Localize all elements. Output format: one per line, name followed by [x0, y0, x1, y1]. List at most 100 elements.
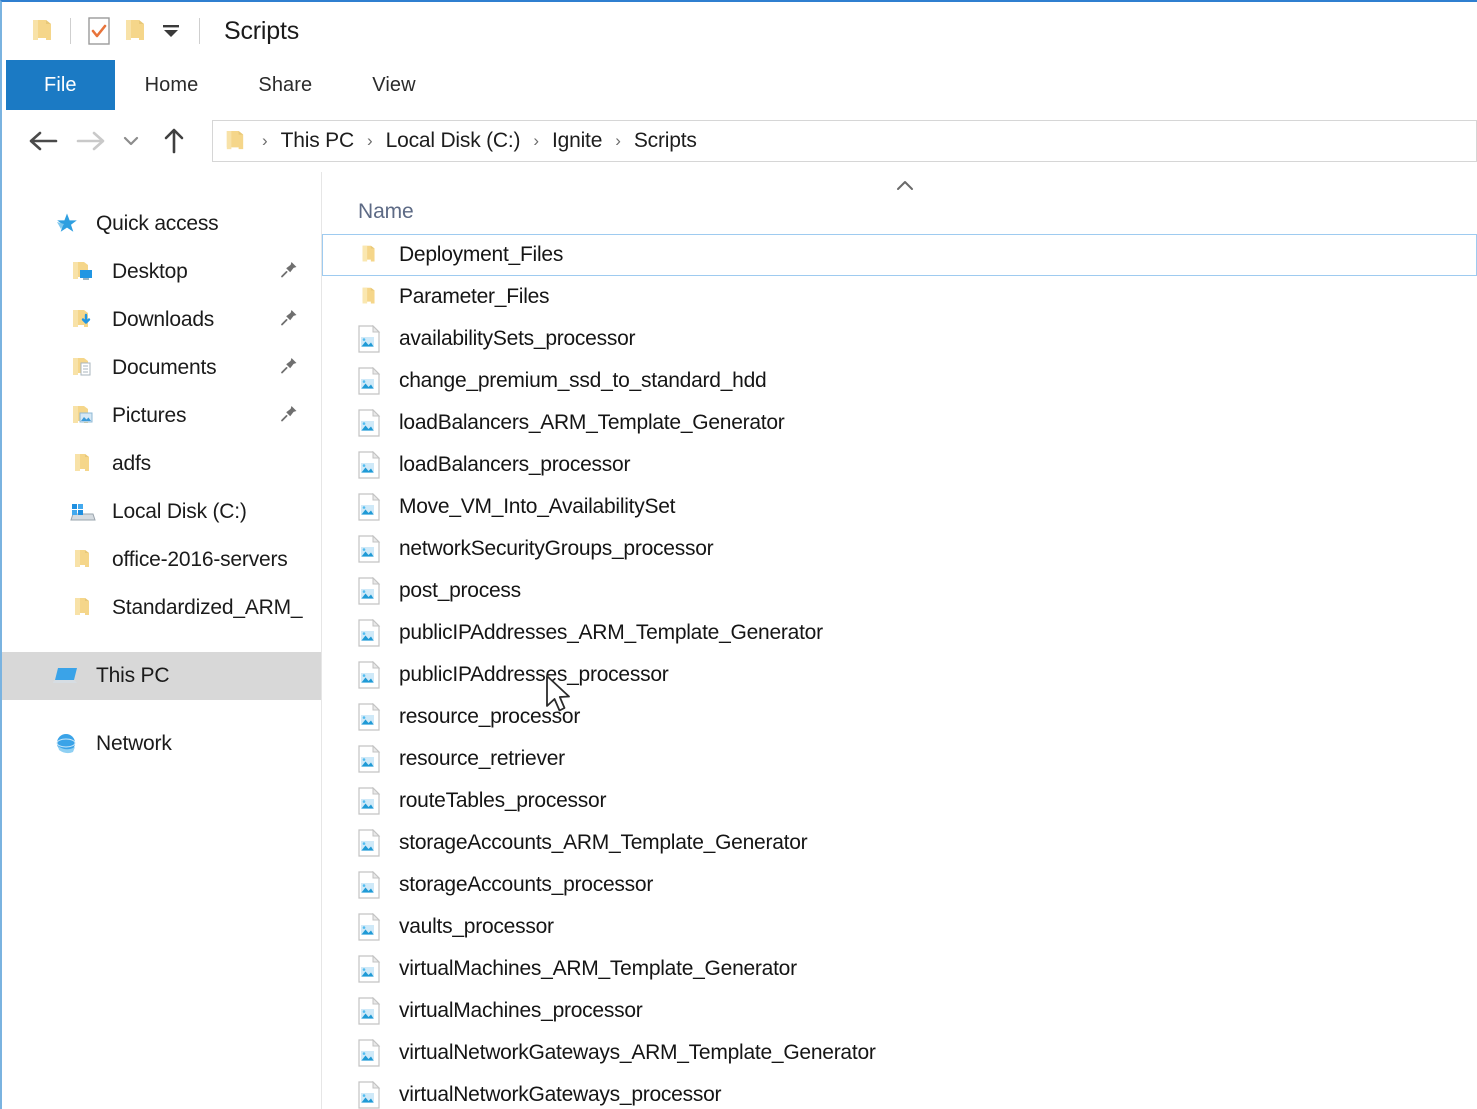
table-row[interactable]: availabilitySets_processor: [322, 318, 1477, 360]
network-icon: [52, 730, 82, 758]
breadcrumb-separator: ›: [251, 131, 279, 151]
table-row[interactable]: change_premium_ssd_to_standard_hdd: [322, 360, 1477, 402]
breadcrumb-separator: ›: [604, 131, 632, 151]
script-file-icon: [355, 366, 383, 396]
sidebar-item-office-2016-servers[interactable]: office-2016-servers: [2, 536, 321, 584]
table-row[interactable]: publicIPAddresses_ARM_Template_Generator: [322, 612, 1477, 654]
sidebar-item-adfs[interactable]: adfs: [2, 440, 321, 488]
file-name: resource_processor: [399, 705, 580, 729]
table-row[interactable]: Move_VM_Into_AvailabilitySet: [322, 486, 1477, 528]
sidebar-group-gap: [2, 700, 321, 720]
sidebar-label: Desktop: [112, 260, 188, 284]
table-row[interactable]: post_process: [322, 570, 1477, 612]
table-row[interactable]: storageAccounts_ARM_Template_Generator: [322, 822, 1477, 864]
table-row[interactable]: virtualMachines_ARM_Template_Generator: [322, 948, 1477, 990]
folder-icon: [68, 450, 98, 478]
file-name: storageAccounts_ARM_Template_Generator: [399, 831, 807, 855]
folder-icon: [68, 546, 98, 574]
table-row[interactable]: networkSecurityGroups_processor: [322, 528, 1477, 570]
folder-icon: [68, 594, 98, 622]
sidebar-item-quick-access[interactable]: Quick access: [2, 200, 321, 248]
toolbar-separator-2: [199, 18, 200, 44]
breadcrumb-separator: ›: [356, 131, 384, 151]
breadcrumb-this-pc[interactable]: This PC: [279, 129, 356, 153]
breadcrumb-ignite[interactable]: Ignite: [550, 129, 604, 153]
script-file-icon: [355, 912, 383, 942]
folder-icon: [355, 282, 383, 312]
pin-icon[interactable]: [279, 308, 299, 333]
column-header-name[interactable]: Name: [358, 200, 414, 224]
table-row[interactable]: virtualNetworkGateways_ARM_Template_Gene…: [322, 1032, 1477, 1074]
table-row[interactable]: virtualNetworkGateways_processor: [322, 1074, 1477, 1109]
sidebar-item-documents[interactable]: Documents: [2, 344, 321, 392]
script-file-icon: [355, 450, 383, 480]
quick-access-toolbar: [24, 13, 210, 49]
pin-icon[interactable]: [279, 356, 299, 381]
breadcrumb-scripts[interactable]: Scripts: [632, 129, 699, 153]
tab-view[interactable]: View: [342, 60, 445, 110]
script-file-icon: [355, 618, 383, 648]
script-file-icon: [355, 786, 383, 816]
new-folder-icon[interactable]: [117, 13, 153, 49]
table-row[interactable]: vaults_processor: [322, 906, 1477, 948]
script-file-icon: [355, 408, 383, 438]
file-name: availabilitySets_processor: [399, 327, 635, 351]
file-name: routeTables_processor: [399, 789, 606, 813]
file-name: networkSecurityGroups_processor: [399, 537, 713, 561]
table-row[interactable]: resource_processor: [322, 696, 1477, 738]
sidebar-item-pictures[interactable]: Pictures: [2, 392, 321, 440]
breadcrumb-separator: ›: [522, 131, 550, 151]
sidebar-label: This PC: [96, 664, 169, 688]
this-pc-icon: [52, 662, 82, 690]
table-row[interactable]: loadBalancers_processor: [322, 444, 1477, 486]
table-row[interactable]: Parameter_Files: [322, 276, 1477, 318]
script-file-icon: [355, 576, 383, 606]
table-row[interactable]: storageAccounts_processor: [322, 864, 1477, 906]
pin-icon[interactable]: [279, 404, 299, 429]
file-name: virtualMachines_processor: [399, 999, 643, 1023]
forward-arrow-icon: [70, 121, 110, 161]
script-file-icon: [355, 870, 383, 900]
sidebar-item-desktop[interactable]: Desktop: [2, 248, 321, 296]
sidebar-label: Downloads: [112, 308, 214, 332]
breadcrumb-local-disk[interactable]: Local Disk (C:): [384, 129, 523, 153]
sidebar-item-network[interactable]: Network: [2, 720, 321, 768]
sidebar-label: Local Disk (C:): [112, 500, 247, 524]
tab-file[interactable]: File: [6, 60, 115, 110]
pictures-folder-icon: [68, 402, 98, 430]
script-file-icon: [355, 534, 383, 564]
file-name: Parameter_Files: [399, 285, 549, 309]
table-row[interactable]: resource_retriever: [322, 738, 1477, 780]
table-row[interactable]: loadBalancers_ARM_Template_Generator: [322, 402, 1477, 444]
sidebar-label: Standardized_ARM_: [112, 596, 302, 620]
table-row[interactable]: virtualMachines_processor: [322, 990, 1477, 1032]
column-header-row: Name: [322, 172, 1477, 234]
sidebar-label: Pictures: [112, 404, 186, 428]
sidebar-label: office-2016-servers: [112, 548, 288, 572]
back-arrow-icon[interactable]: [24, 121, 64, 161]
pin-icon[interactable]: [279, 260, 299, 285]
tab-share[interactable]: Share: [228, 60, 342, 110]
file-name: publicIPAddresses_ARM_Template_Generator: [399, 621, 823, 645]
tab-home[interactable]: Home: [115, 60, 229, 110]
address-bar[interactable]: › This PC › Local Disk (C:) › Ignite › S…: [212, 120, 1477, 162]
file-name: storageAccounts_processor: [399, 873, 653, 897]
table-row[interactable]: Deployment_Files: [322, 234, 1477, 276]
sidebar-group-gap: [2, 632, 321, 652]
script-file-icon: [355, 324, 383, 354]
sidebar-item-local-disk[interactable]: Local Disk (C:): [2, 488, 321, 536]
recent-locations-chevron-icon[interactable]: [116, 121, 146, 161]
ribbon-tabs: File Home Share View: [2, 60, 1477, 111]
folder-icon[interactable]: [24, 13, 60, 49]
sidebar-item-standardized-arm[interactable]: Standardized_ARM_: [2, 584, 321, 632]
up-arrow-icon[interactable]: [154, 121, 194, 161]
table-row[interactable]: publicIPAddresses_processor: [322, 654, 1477, 696]
sidebar-item-downloads[interactable]: Downloads: [2, 296, 321, 344]
script-file-icon: [355, 996, 383, 1026]
file-name: virtualNetworkGateways_processor: [399, 1083, 721, 1107]
file-name: virtualMachines_ARM_Template_Generator: [399, 957, 797, 981]
table-row[interactable]: routeTables_processor: [322, 780, 1477, 822]
properties-icon[interactable]: [81, 13, 117, 49]
sidebar-item-this-pc[interactable]: This PC: [2, 652, 321, 700]
chevron-down-icon[interactable]: [153, 13, 189, 49]
